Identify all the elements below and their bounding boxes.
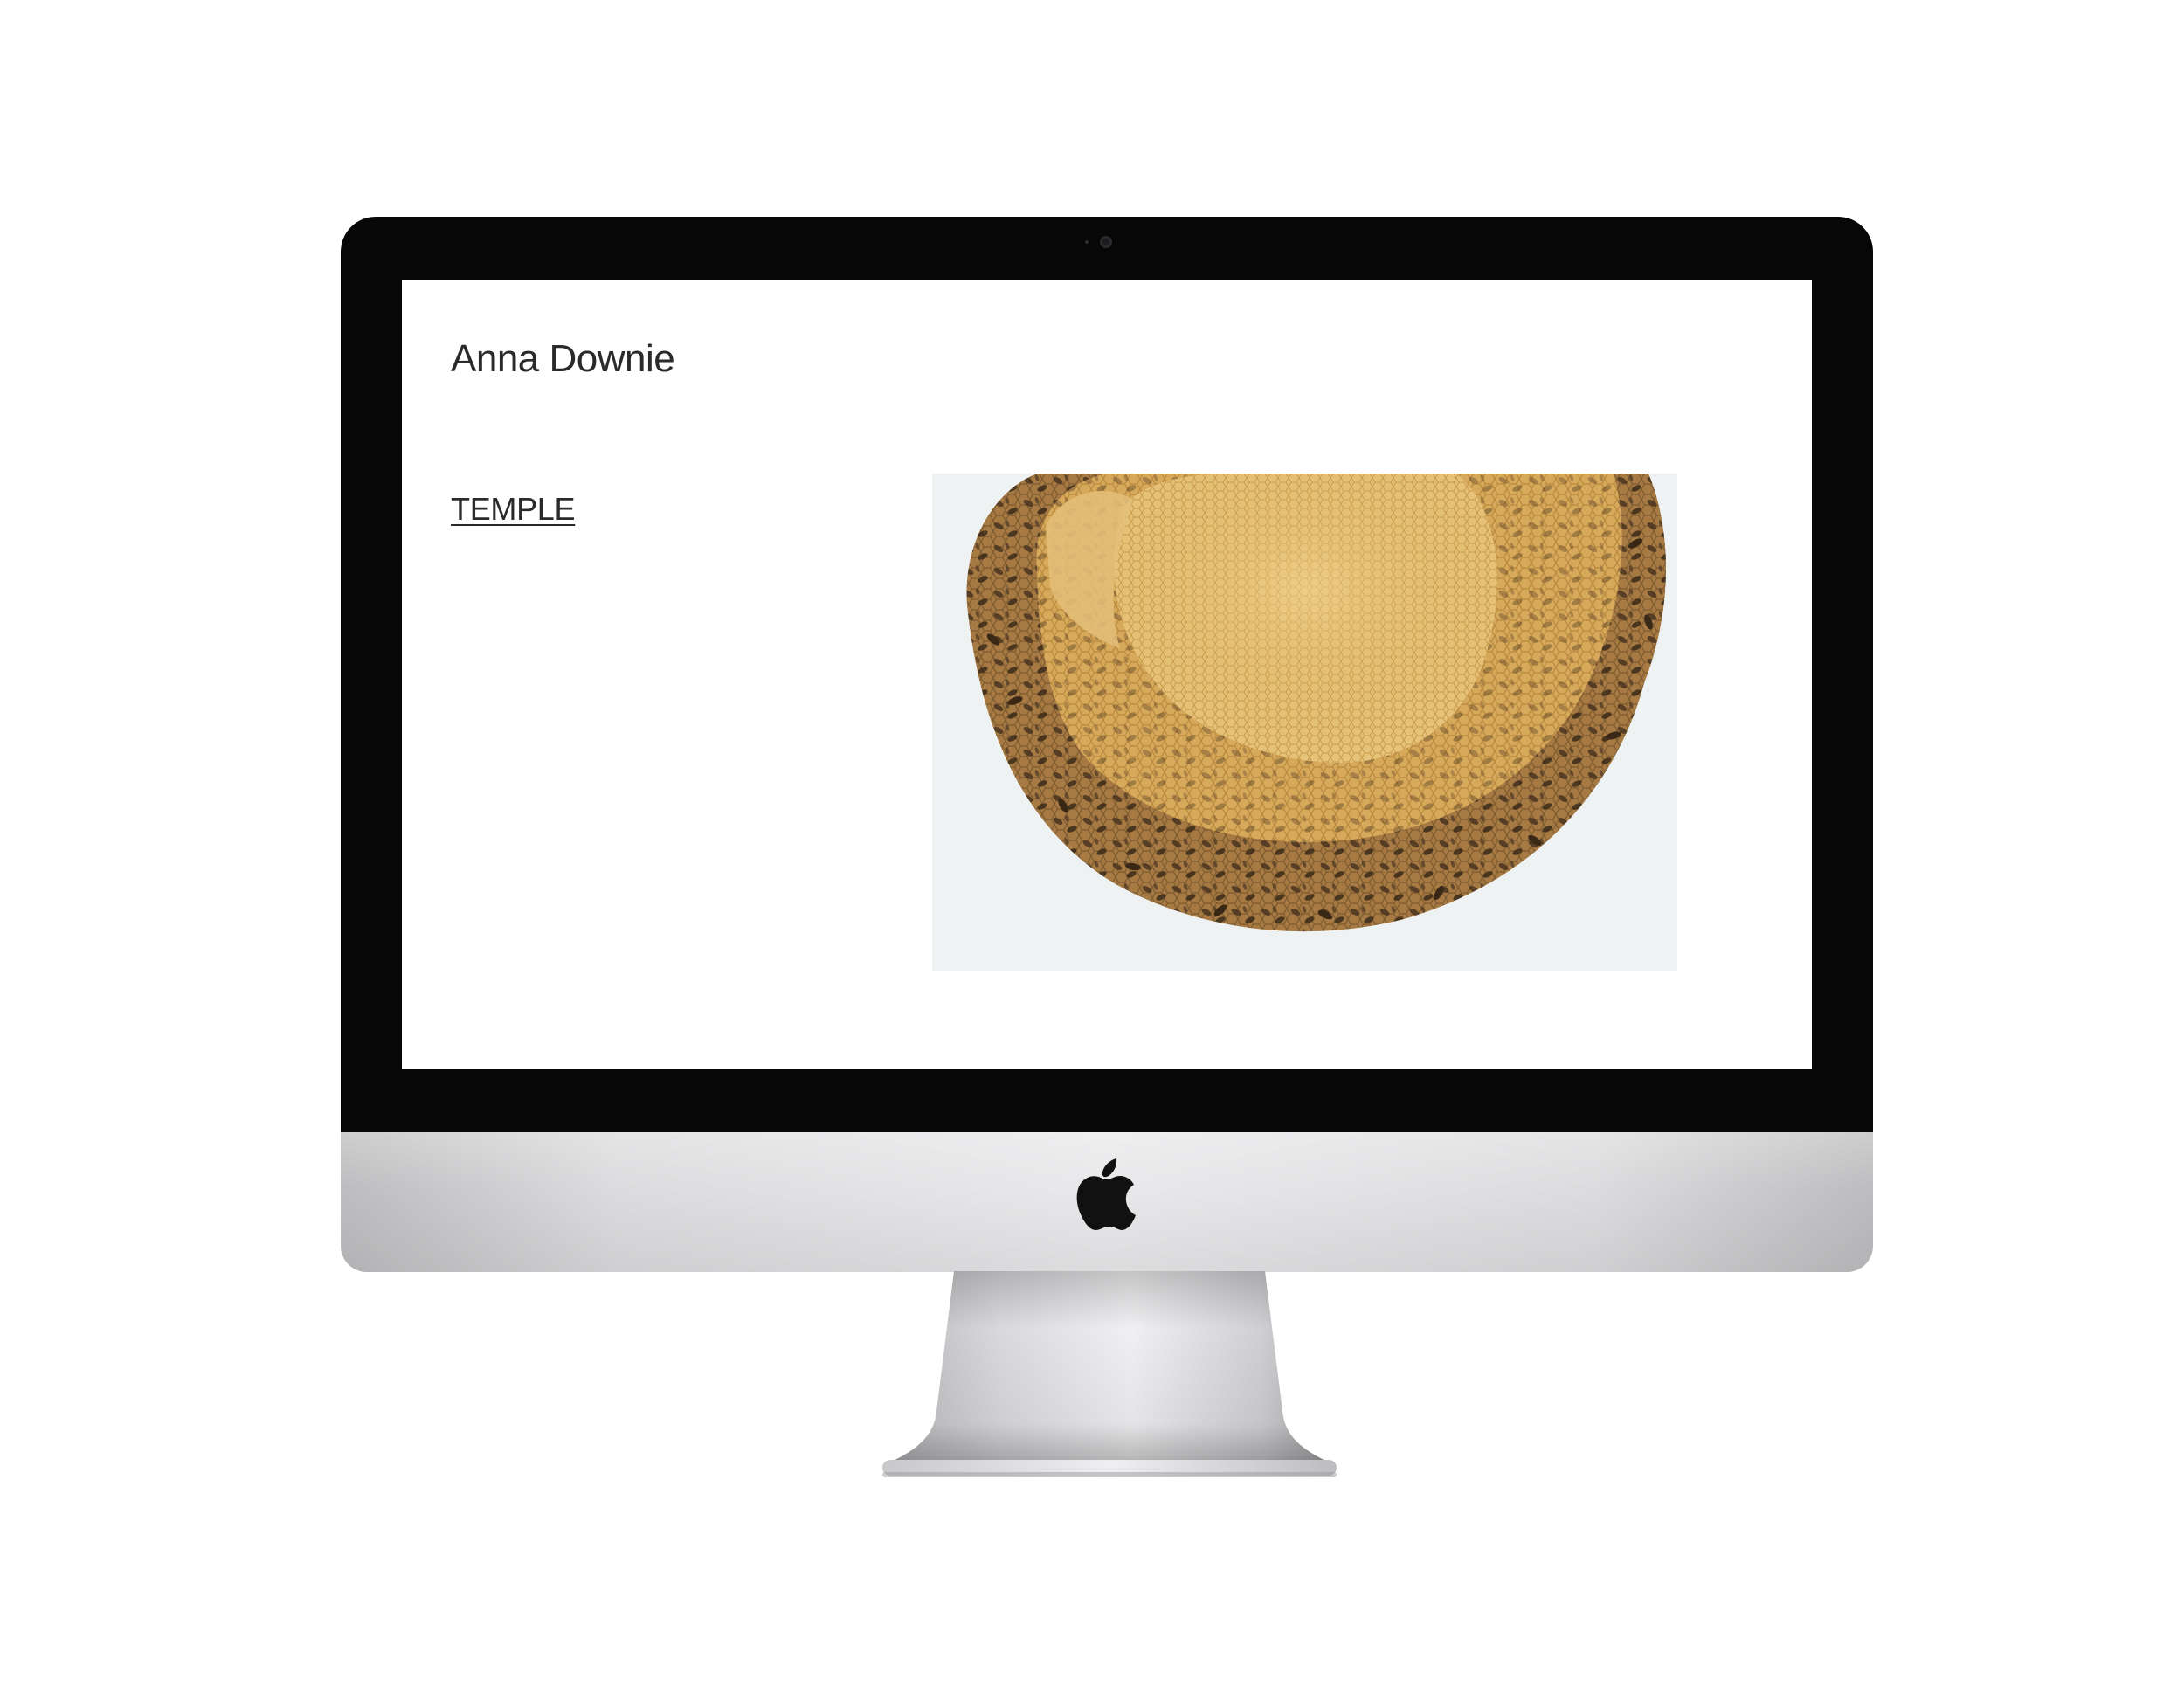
mockup-stage: Anna Downie TEMPLE — [0, 0, 2184, 1694]
honeycomb-image — [932, 474, 1677, 971]
apple-icon — [1076, 1158, 1136, 1230]
monitor-stand — [882, 1271, 1337, 1477]
project-link-temple[interactable]: TEMPLE — [451, 491, 576, 528]
camera-icon — [1100, 236, 1112, 248]
site-title[interactable]: Anna Downie — [451, 337, 675, 381]
ambient-sensor — [1085, 240, 1089, 244]
browser-viewport: Anna Downie TEMPLE — [402, 280, 1812, 1069]
project-image[interactable] — [932, 474, 1677, 971]
